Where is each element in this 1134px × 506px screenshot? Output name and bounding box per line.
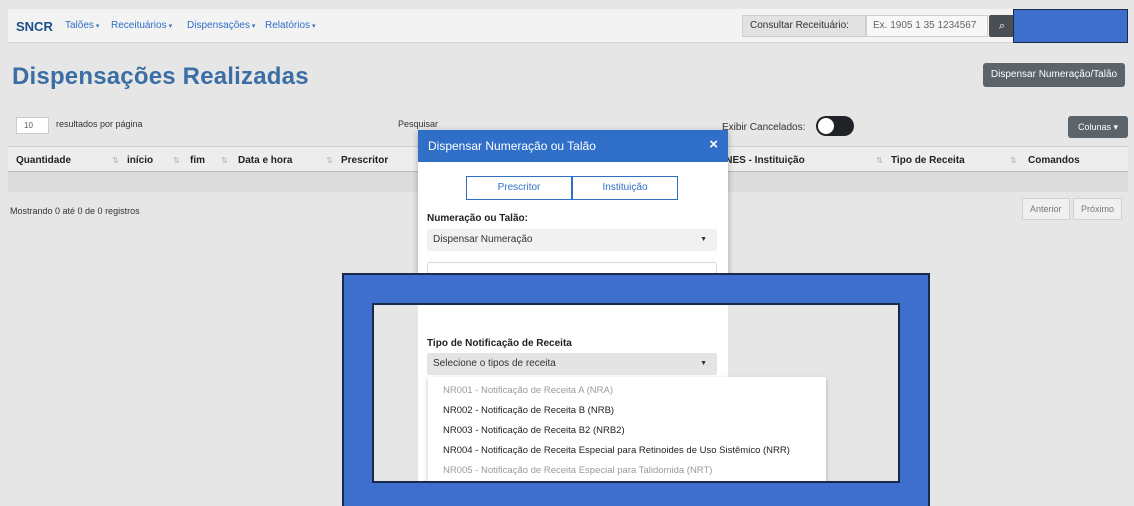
th-fim[interactable]: fim: [190, 155, 205, 166]
sort-icon: ⇅: [326, 156, 333, 165]
option-nr003[interactable]: NR003 - Notificação de Receita B2 (NRB2): [443, 425, 625, 436]
tipo-notificacao-label: Tipo de Notificação de Receita: [427, 338, 572, 349]
menu-relatorios[interactable]: Relatórios ▾: [265, 20, 316, 31]
sort-icon: ⇅: [112, 156, 119, 165]
th-data-hora[interactable]: Data e hora: [238, 155, 292, 166]
columns-button[interactable]: Colunas ▾: [1068, 116, 1128, 138]
menu-receituarios-label: Receituários: [111, 20, 167, 31]
columns-button-label: Colunas: [1077, 122, 1111, 132]
numeracao-select[interactable]: Dispensar Numeração ▼: [427, 229, 717, 251]
consult-input[interactable]: Ex. 1905 1 35 1234567: [866, 15, 988, 37]
consult-label: Consultar Receituário:: [742, 15, 866, 37]
option-nr004[interactable]: NR004 - Notificação de Receita Especial …: [443, 445, 790, 456]
pager-previous[interactable]: Anterior: [1022, 198, 1070, 220]
modal-title: Dispensar Numeração ou Talão: [428, 139, 596, 153]
menu-taloes-label: Talões: [65, 20, 94, 31]
seg-prescritor[interactable]: Prescritor: [466, 176, 572, 200]
show-cancelled-toggle[interactable]: [816, 116, 854, 136]
tipo-notificacao-select[interactable]: Selecione o tipos de receita ▼: [427, 353, 717, 375]
sort-icon: ⇅: [173, 156, 180, 165]
caret-down-icon: ▾: [168, 23, 173, 30]
zoom-panel: Tipo de Notificação de Receita Selecione…: [372, 303, 900, 483]
brand-logo[interactable]: SNCR: [16, 19, 53, 34]
caret-down-icon: ▾: [251, 23, 256, 30]
toggle-knob: [818, 118, 834, 134]
pager-next[interactable]: Próximo: [1073, 198, 1123, 220]
per-page-select[interactable]: 10: [16, 117, 49, 134]
menu-taloes[interactable]: Talões ▾: [65, 20, 99, 31]
option-nr001[interactable]: NR001 - Notificação de Receita A (NRA): [443, 385, 613, 396]
sort-icon: ⇅: [1010, 156, 1017, 165]
tipo-receita-dropdown: NR001 - Notificação de Receita A (NRA) N…: [428, 377, 826, 481]
sort-icon: ⇅: [876, 156, 883, 165]
th-prescritor[interactable]: Prescritor: [341, 155, 388, 166]
menu-dispensacoes[interactable]: Dispensações ▾: [187, 20, 255, 31]
per-page-label: resultados por página: [56, 119, 143, 129]
th-cnes-instituicao[interactable]: CNES - Instituição: [718, 155, 805, 166]
th-quantidade[interactable]: Quantidade: [16, 155, 71, 166]
tipo-notificacao-placeholder: Selecione o tipos de receita: [433, 358, 556, 369]
th-tipo-receita[interactable]: Tipo de Receita: [891, 155, 965, 166]
table-info: Mostrando 0 até 0 de 0 registros: [10, 206, 140, 216]
numeracao-select-value: Dispensar Numeração: [433, 234, 533, 245]
chevron-down-icon: ▼: [700, 360, 707, 367]
option-nr002[interactable]: NR002 - Notificação de Receita B (NRB): [443, 405, 614, 416]
close-icon[interactable]: ×: [709, 136, 718, 153]
menu-dispensacoes-label: Dispensações: [187, 20, 250, 31]
chevron-down-icon: ▼: [700, 236, 707, 243]
modal-header: Dispensar Numeração ou Talão ×: [418, 130, 728, 162]
th-comandos[interactable]: Comandos: [1028, 155, 1080, 166]
option-nr005[interactable]: NR005 - Notificação de Receita Especial …: [443, 465, 712, 476]
caret-down-icon: ▾: [95, 23, 100, 30]
th-inicio[interactable]: início: [127, 155, 153, 166]
top-navbar: SNCR Talões ▾ Receituários ▾ Dispensações ▾…: [8, 9, 1128, 43]
seg-instituicao[interactable]: Instituição: [572, 176, 678, 200]
search-icon: ⌕: [998, 20, 1006, 32]
page-title: Dispensações Realizadas: [12, 63, 309, 90]
search-button[interactable]: ⌕: [989, 15, 1015, 37]
menu-receituarios[interactable]: Receituários ▾: [111, 20, 172, 31]
sort-icon: ⇅: [221, 156, 228, 165]
numeracao-label: Numeração ou Talão:: [427, 213, 528, 224]
show-cancelled-label: Exibir Cancelados:: [722, 122, 806, 133]
dispense-button[interactable]: Dispensar Numeração/Talão: [983, 63, 1125, 87]
redaction-block: [1013, 9, 1128, 43]
caret-down-icon: ▾: [312, 23, 316, 30]
menu-relatorios-label: Relatórios: [265, 20, 311, 31]
search-label: Pesquisar: [398, 119, 439, 129]
